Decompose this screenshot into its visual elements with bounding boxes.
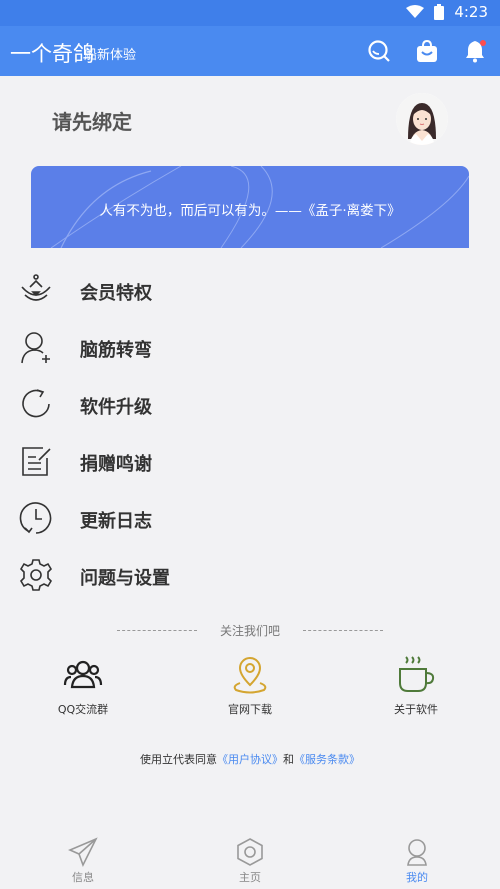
- app-bar: 一个奇鸽 船新体验: [0, 26, 500, 76]
- menu-item-brain-teaser[interactable]: 脑筋转弯: [0, 319, 500, 376]
- menu-item-label: 软件升级: [80, 397, 152, 418]
- gear-icon: [19, 558, 53, 592]
- tab-label: 信息: [72, 871, 94, 884]
- add-user-icon: [19, 330, 53, 364]
- link-label: 关于软件: [394, 703, 438, 716]
- menu-item-label: 更新日志: [80, 511, 152, 532]
- bind-account-link[interactable]: 请先绑定: [52, 106, 132, 135]
- shopping-bag-icon[interactable]: [414, 38, 440, 64]
- app-subtitle: 船新体验: [84, 48, 137, 63]
- menu-item-changelog[interactable]: 更新日志: [0, 490, 500, 547]
- follow-us-title: 关注我们吧: [219, 624, 280, 638]
- tab-label: 主页: [239, 871, 261, 884]
- coffee-icon: [396, 655, 436, 695]
- tab-home[interactable]: 主页: [210, 837, 290, 885]
- menu-item-upgrade[interactable]: 软件升级: [0, 376, 500, 433]
- link-label: 官网下载: [228, 703, 272, 716]
- status-bar: 4:23: [0, 0, 500, 26]
- qq-group-link[interactable]: QQ交流群: [23, 655, 143, 717]
- hexagon-icon: [235, 837, 265, 867]
- send-icon: [67, 837, 98, 868]
- quote-banner: 人有不为也，而后可以有为。——《孟子·离娄下》: [31, 166, 469, 248]
- quote-text: 人有不为也，而后可以有为。——《孟子·离娄下》: [99, 203, 401, 219]
- group-icon: [63, 655, 103, 695]
- agreement-text: 使用立代表同意《用户协议》和《服务条款》: [0, 751, 500, 767]
- status-icons: 4:23: [406, 3, 488, 21]
- bell-icon[interactable]: [462, 38, 488, 64]
- bottom-tab-bar: 信息 主页 我的: [0, 832, 500, 889]
- app-bar-actions: [366, 38, 488, 64]
- website-download-link[interactable]: 官网下载: [190, 655, 310, 717]
- menu-item-label: 捐赠鸣谢: [80, 454, 152, 475]
- search-icon[interactable]: [366, 38, 392, 64]
- clock-icon: [19, 501, 53, 535]
- tab-profile[interactable]: 我的: [377, 837, 457, 885]
- menu-item-vip[interactable]: 会员特权: [0, 262, 500, 319]
- crown-icon: [19, 273, 53, 307]
- notes-icon: [19, 444, 53, 478]
- avatar[interactable]: [396, 93, 448, 145]
- follow-links: QQ交流群 官网下载 关于软件: [0, 655, 500, 725]
- agreement-prefix: 使用立代表同意: [140, 753, 217, 766]
- location-pin-icon: [230, 655, 270, 695]
- user-icon: [402, 837, 432, 867]
- user-agreement-link[interactable]: 《用户协议》: [217, 753, 283, 766]
- link-label: QQ交流群: [57, 703, 109, 716]
- service-terms-link[interactable]: 《服务条款》: [294, 753, 360, 766]
- about-software-link[interactable]: 关于软件: [356, 655, 476, 717]
- tab-messages[interactable]: 信息: [43, 837, 123, 885]
- menu-item-label: 脑筋转弯: [80, 340, 152, 361]
- status-time: 4:23: [454, 3, 488, 21]
- app-title: 一个奇鸽: [10, 42, 94, 66]
- follow-us-divider: 关注我们吧: [0, 621, 500, 641]
- tab-label: 我的: [406, 871, 428, 884]
- agreement-and: 和: [283, 753, 294, 766]
- refresh-icon: [19, 387, 53, 421]
- menu-item-donate[interactable]: 捐赠鸣谢: [0, 433, 500, 490]
- battery-icon: [434, 4, 445, 20]
- profile-section: 请先绑定: [0, 76, 500, 166]
- wifi-icon: [406, 5, 425, 19]
- menu-item-settings[interactable]: 问题与设置: [0, 547, 500, 604]
- menu-item-label: 会员特权: [80, 283, 152, 304]
- menu-item-label: 问题与设置: [80, 568, 170, 589]
